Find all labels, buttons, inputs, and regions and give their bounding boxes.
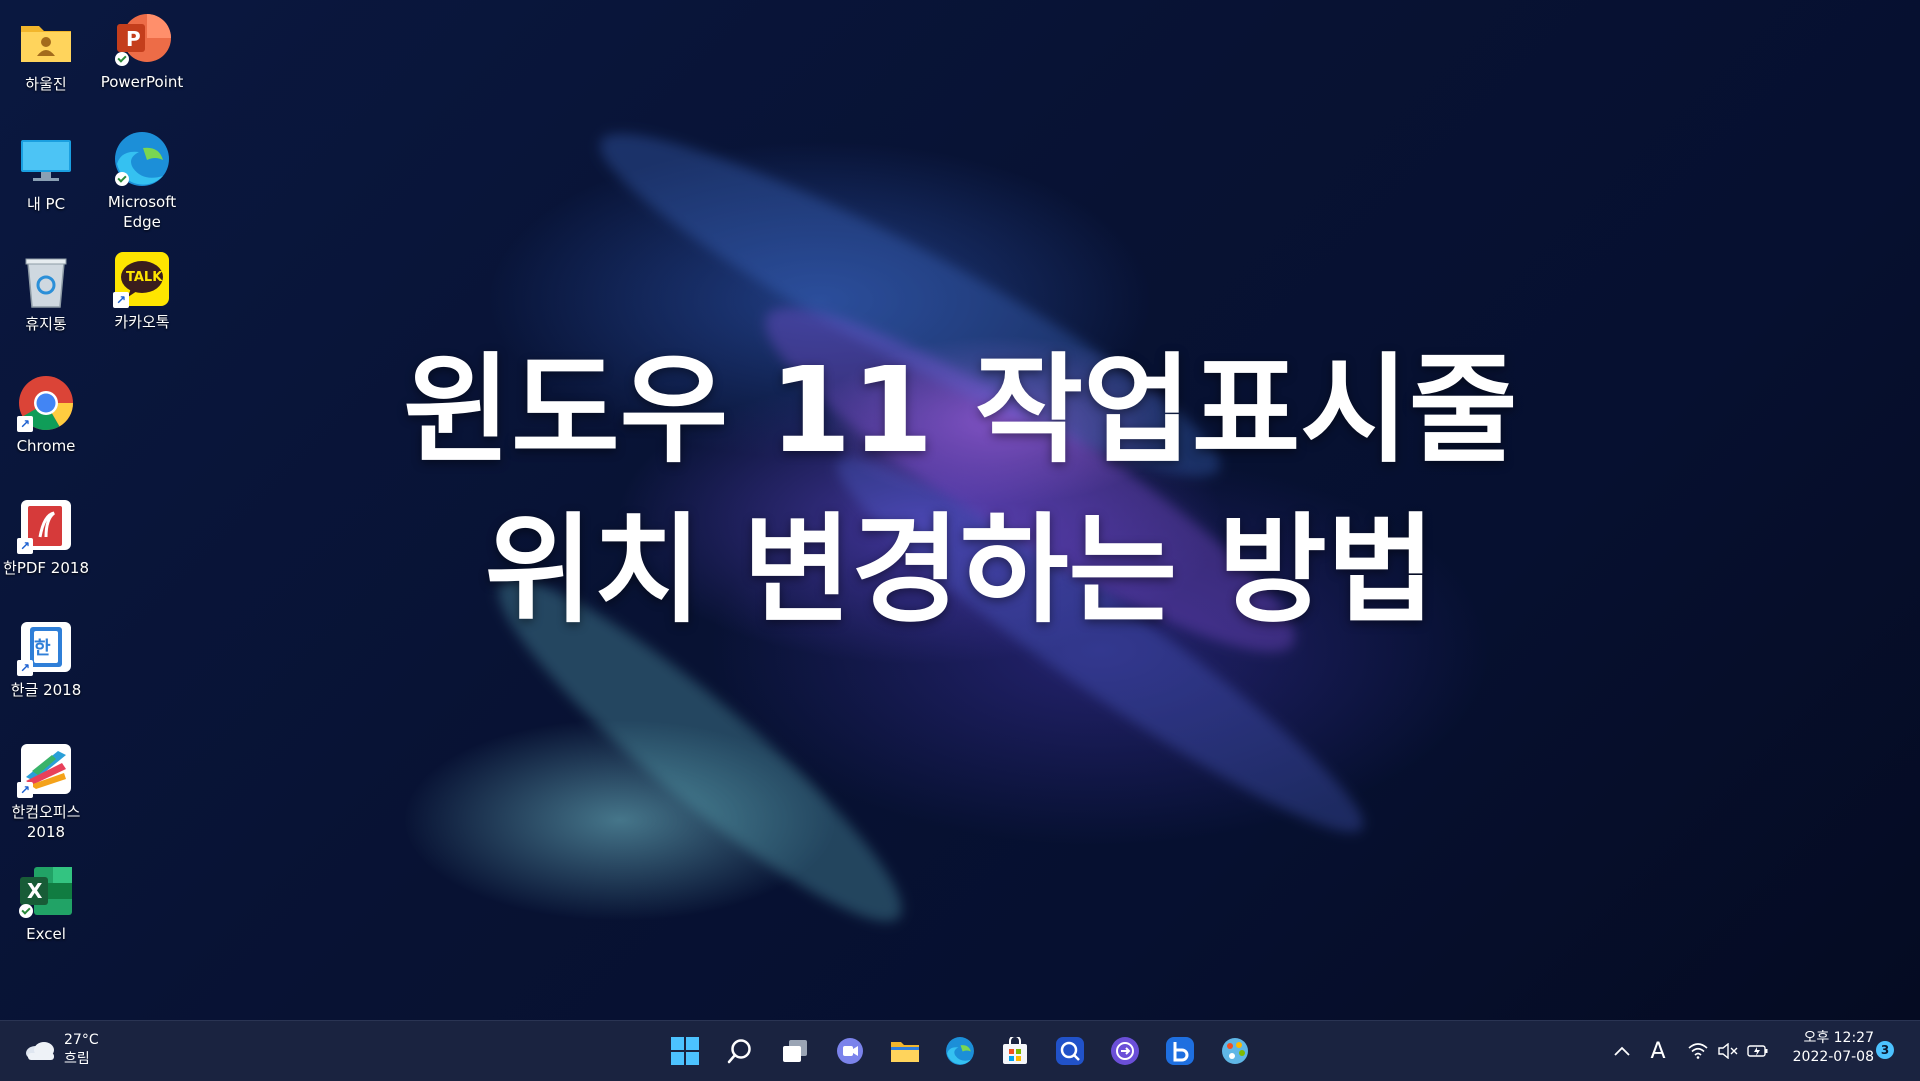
cloud-icon [24,1039,56,1065]
search-icon [727,1039,751,1064]
desktop-icon-edge[interactable]: Microsoft Edge [97,130,187,232]
magnifier-app-icon [1056,1037,1084,1065]
icon-label: 하울진 [25,75,67,93]
search-button[interactable] [720,1031,760,1071]
icon-label: 카카오톡 [114,313,170,331]
battery-button[interactable] [1740,1031,1776,1071]
clock[interactable]: 오후 12:27 2022-07-08 [1782,1029,1874,1073]
file-explorer-button[interactable] [885,1031,925,1071]
desktop-background: 하울진 내 PC 휴지통 ↗ Chrome ↗ 한PDF 2018 한 ↗ 한글… [0,0,1920,1020]
excel-icon: X [17,862,75,920]
desktop-icon-kakaotalk[interactable]: TALK ↗ 카카오톡 [97,250,187,332]
weather-temperature: 27°C [64,1032,99,1048]
weather-widget[interactable]: 27°C 흐림 [22,1029,132,1073]
notification-count: 3 [1880,1043,1890,1057]
app-button-3[interactable] [1160,1031,1200,1071]
paint-app-icon [1222,1038,1248,1064]
taskbar: 27°C 흐림 A 오후 12:27 2022-07-08 3 [0,1020,1920,1081]
sync-status-icon [19,904,33,918]
edge-icon [946,1037,974,1065]
store-button[interactable] [995,1031,1035,1071]
volume-muted-icon [1718,1043,1738,1059]
teams-chat-icon [837,1038,863,1064]
desktop-icon-user-folder[interactable]: 하울진 [1,12,91,94]
wifi-icon [1688,1043,1708,1059]
edge-icon [113,130,171,188]
task-view-button[interactable] [775,1031,815,1071]
b-app-icon [1166,1037,1194,1065]
arrow-app-icon [1111,1037,1139,1065]
sync-status-icon [115,52,129,66]
weather-condition: 흐림 [64,1051,90,1067]
show-hidden-icons-button[interactable] [1604,1031,1640,1071]
shortcut-arrow-icon: ↗ [113,292,129,308]
hancom-office-icon: ↗ [17,740,75,798]
start-button[interactable] [665,1031,705,1071]
app-button-2[interactable] [1105,1031,1145,1071]
battery-charging-icon [1747,1045,1768,1057]
kakaotalk-icon: TALK ↗ [113,250,171,308]
folder-user-icon [17,12,75,70]
chevron-up-icon [1614,1046,1630,1056]
overlay-title: 윈도우 11 작업표시줄 위치 변경하는 방법 [0,330,1920,650]
teams-chat-button[interactable] [830,1031,870,1071]
icon-label: Microsoft Edge [107,193,177,231]
icon-label: 한컴오피스 2018 [11,803,81,841]
desktop-icon-recycle-bin[interactable]: 휴지통 [1,252,91,334]
kakaotalk-glyph: TALK [126,270,163,285]
input-method-indicator[interactable]: A [1640,1031,1676,1071]
desktop-icon-hancom-office[interactable]: ↗ 한컴오피스 2018 [1,740,91,842]
powerpoint-icon: P [113,10,171,68]
overlay-title-line-2: 위치 변경하는 방법 [484,501,1436,639]
shortcut-arrow-icon: ↗ [17,782,33,798]
overlay-title-line-1: 윈도우 11 작업표시줄 [402,341,1518,479]
clock-time: 오후 12:27 [1803,1030,1874,1046]
monitor-icon [17,132,75,190]
recycle-bin-icon [17,252,75,310]
folder-icon [891,1042,919,1062]
windows-start-icon [671,1037,699,1065]
app-button-4[interactable] [1215,1031,1255,1071]
icon-label: Excel [26,925,66,943]
desktop-icon-my-pc[interactable]: 내 PC [1,132,91,214]
icon-label: 한글 2018 [10,681,82,699]
desktop-icon-powerpoint[interactable]: P PowerPoint [97,10,187,92]
edge-button[interactable] [940,1031,980,1071]
powerpoint-glyph: P [126,27,141,51]
clock-date: 2022-07-08 [1792,1049,1874,1065]
icon-label: 내 PC [26,195,66,213]
desktop-icon-excel[interactable]: X Excel [1,862,91,944]
ime-label: A [1650,1038,1666,1064]
excel-glyph: X [27,879,43,903]
store-icon [1003,1037,1027,1064]
app-button-1[interactable] [1050,1031,1090,1071]
task-view-icon [783,1040,807,1062]
icon-label: PowerPoint [100,73,184,91]
shortcut-arrow-icon: ↗ [17,660,33,676]
notification-badge[interactable]: 3 [1876,1041,1894,1059]
sync-status-icon [115,172,129,186]
